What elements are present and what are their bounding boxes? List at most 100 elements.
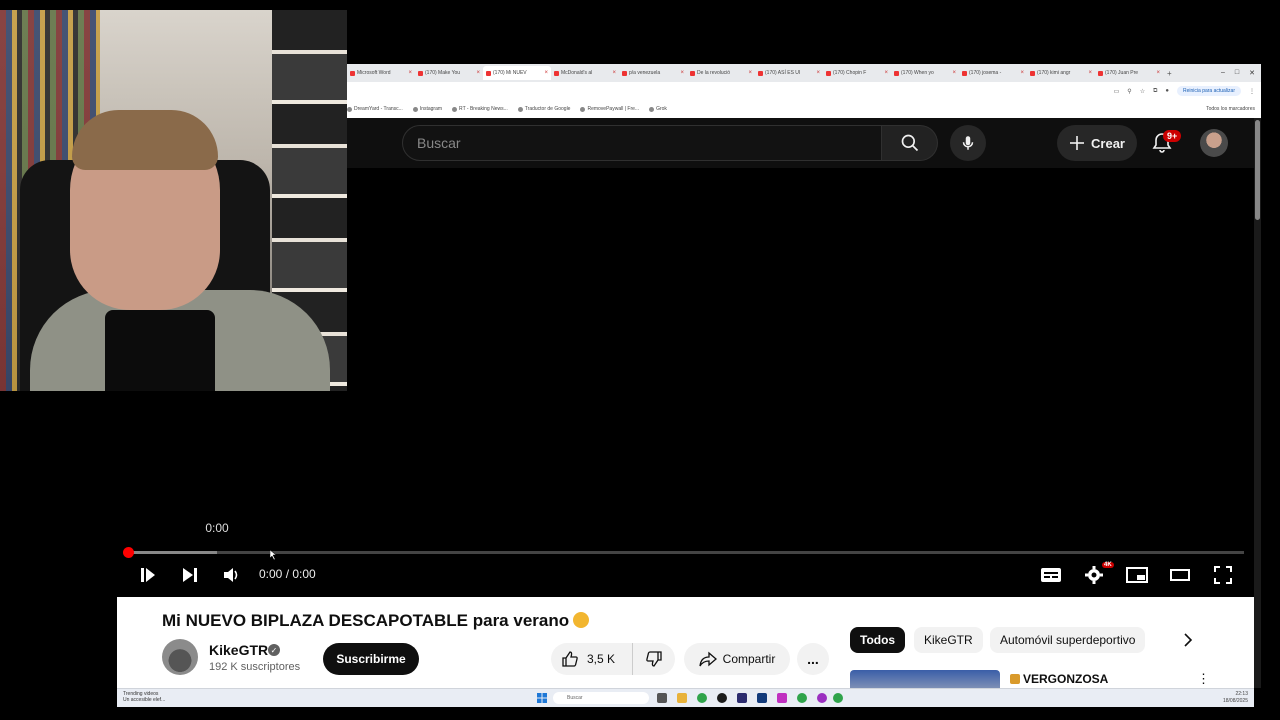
taskview-icon[interactable] — [657, 693, 667, 703]
voice-search-button[interactable] — [950, 125, 986, 161]
mouse-cursor-icon — [270, 550, 276, 560]
chip-automovil-superdeportivo[interactable]: Automóvil superdeportivo — [990, 627, 1146, 653]
zoom-icon[interactable]: ⚲ — [1127, 88, 1131, 95]
update-button[interactable]: Reinicia para actualizar — [1177, 86, 1241, 96]
new-tab-button[interactable]: + — [1163, 69, 1176, 78]
scrollbar-thumb[interactable] — [1255, 120, 1260, 220]
theater-mode-button[interactable] — [1168, 563, 1192, 587]
tab-label: (170) josema - — [969, 70, 1002, 76]
microphone — [105, 310, 215, 391]
taskbar-widget[interactable]: Trending videos Un accesible elef... — [123, 691, 203, 703]
browser-tab[interactable]: (170) josema - × — [959, 66, 1027, 80]
photoshop-icon[interactable] — [757, 693, 767, 703]
share-button[interactable]: Compartir — [684, 643, 790, 675]
play-button[interactable] — [136, 563, 160, 587]
tab-close-icon[interactable]: × — [680, 70, 684, 76]
bookmark-favicon-icon — [517, 106, 523, 112]
tab-close-icon[interactable]: × — [544, 70, 548, 76]
channel-avatar[interactable] — [162, 639, 198, 675]
windows-start-icon[interactable] — [537, 693, 547, 703]
search-input[interactable]: Buscar — [402, 125, 882, 161]
more-actions-button[interactable]: ... — [797, 643, 829, 675]
bookmark-item[interactable]: RemovePaywall | Fre... — [580, 106, 639, 112]
browser-tab[interactable]: (170) Make You × — [415, 66, 483, 80]
account-avatar[interactable] — [1200, 129, 1228, 157]
chrome-profile-icon-1[interactable] — [797, 693, 807, 703]
channel-name[interactable]: KikeGTR — [209, 642, 268, 658]
chrome-profile-icon-2[interactable] — [817, 693, 827, 703]
tab-close-icon[interactable]: × — [748, 70, 752, 76]
tab-label: (170) ASÍ ES UI — [765, 70, 801, 76]
taskbar-clock[interactable]: 22:13 18/08/2025 — [1223, 691, 1248, 705]
recommended-video-thumbnail[interactable] — [850, 670, 1000, 688]
tab-favicon-icon — [486, 70, 491, 76]
tab-close-icon[interactable]: × — [1020, 70, 1024, 76]
browser-tab[interactable]: (170) Juan Pre × — [1095, 66, 1163, 80]
next-button[interactable] — [178, 563, 202, 587]
extensions-icon[interactable]: ⧉ — [1153, 88, 1157, 95]
app-icon-1[interactable] — [717, 693, 727, 703]
tab-favicon-icon — [1030, 70, 1035, 76]
search-icon — [901, 134, 918, 152]
app-icon-2[interactable] — [777, 693, 787, 703]
browser-tab[interactable]: Microsoft Word × — [347, 66, 415, 80]
close-window-icon[interactable]: ✕ — [1249, 69, 1255, 77]
browser-tab[interactable]: (170) Mi NUEV × — [483, 66, 551, 80]
chip-kikegtr[interactable]: KikeGTR — [914, 627, 983, 653]
tab-close-icon[interactable]: × — [816, 70, 820, 76]
star-icon[interactable]: ☆ — [1140, 88, 1145, 95]
bookmark-item[interactable]: DreamYard - Transc... — [347, 106, 403, 112]
subtitles-button[interactable] — [1039, 563, 1063, 587]
premiere-icon[interactable] — [737, 693, 747, 703]
dislike-button[interactable] — [633, 650, 675, 668]
menu-icon[interactable]: ⋮ — [1249, 88, 1255, 95]
create-button[interactable]: Crear — [1057, 125, 1137, 161]
recommended-video-title[interactable]: VERGONZOSA — [1010, 672, 1108, 686]
cast-icon[interactable]: ▭ — [1114, 88, 1120, 95]
bookmark-item[interactable]: RT - Breaking News... — [452, 106, 508, 112]
subscribe-button[interactable]: Suscribirme — [323, 643, 419, 675]
all-bookmarks-button[interactable]: Todos los marcadores — [1206, 106, 1261, 112]
chips-next-button[interactable] — [1179, 631, 1197, 649]
tab-close-icon[interactable]: × — [408, 70, 412, 76]
sun-emoji-icon — [573, 612, 590, 628]
browser-tab[interactable]: (170) kimi angr × — [1027, 66, 1095, 80]
bookmark-favicon-icon — [412, 106, 418, 112]
chrome-profile-icon-3[interactable] — [833, 693, 843, 703]
profile-icon[interactable]: ● — [1165, 88, 1169, 94]
tab-close-icon[interactable]: × — [952, 70, 956, 76]
like-button[interactable]: 3,5 K — [551, 643, 633, 675]
file-explorer-icon[interactable] — [677, 693, 687, 703]
fullscreen-button[interactable] — [1211, 563, 1235, 587]
tab-close-icon[interactable]: × — [1156, 70, 1160, 76]
page-scrollbar[interactable] — [1254, 118, 1261, 688]
tab-close-icon[interactable]: × — [884, 70, 888, 76]
miniplayer-button[interactable] — [1125, 563, 1149, 587]
bookmark-label: Grok — [656, 106, 667, 112]
bookmark-item[interactable]: Instagram — [412, 106, 442, 112]
browser-tab[interactable]: (170) When yo × — [891, 66, 959, 80]
search-button[interactable] — [882, 125, 938, 161]
browser-tab[interactable]: p/a venezuela × — [619, 66, 687, 80]
bookmark-item[interactable]: Traductor de Google — [517, 106, 570, 112]
like-count: 3,5 K — [587, 652, 616, 666]
tab-close-icon[interactable]: × — [612, 70, 616, 76]
minimize-icon[interactable]: – — [1221, 69, 1225, 77]
browser-tab[interactable]: McDonald's al × — [551, 66, 619, 80]
bookmark-label: RemovePaywall | Fre... — [587, 106, 640, 112]
browser-tab[interactable]: (170) ASÍ ES UI × — [755, 66, 823, 80]
browser-tab[interactable]: De la revolució × — [687, 66, 755, 80]
scrubber-handle[interactable] — [123, 547, 134, 558]
tab-close-icon[interactable]: × — [476, 70, 480, 76]
bookmark-item[interactable]: Grok — [649, 106, 667, 112]
maximize-icon[interactable]: □ — [1235, 69, 1239, 77]
browser-tab[interactable]: (170) Chopin F × — [823, 66, 891, 80]
chrome-icon[interactable] — [697, 693, 707, 703]
progress-bar[interactable] — [123, 547, 1244, 558]
tab-favicon-icon — [554, 70, 559, 76]
recommended-video-menu-icon[interactable]: ⋮ — [1197, 671, 1210, 687]
tab-close-icon[interactable]: × — [1088, 70, 1092, 76]
taskbar-search[interactable]: Buscar — [553, 692, 649, 704]
chip-todos[interactable]: Todos — [850, 627, 906, 653]
mute-button[interactable] — [220, 563, 244, 587]
